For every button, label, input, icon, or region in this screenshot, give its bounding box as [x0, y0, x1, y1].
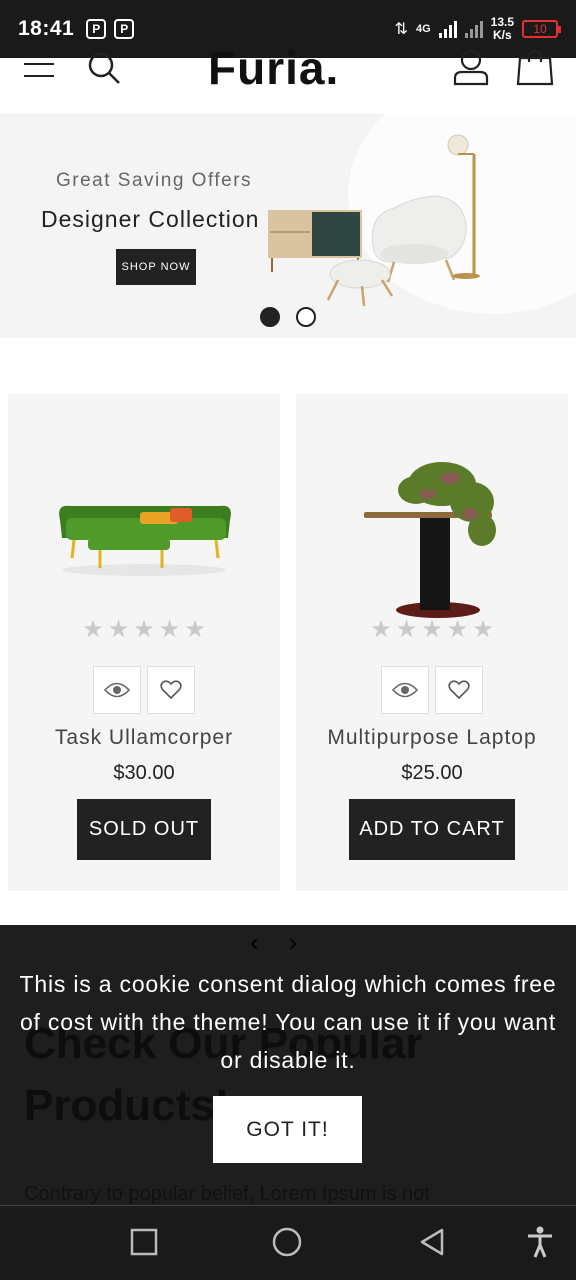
system-navigation-bar: [0, 1205, 576, 1280]
hero-banner: Great Saving Offers Designer Collection …: [0, 114, 576, 338]
furniture-image: [268, 134, 480, 307]
site-logo[interactable]: Furia.: [208, 45, 339, 91]
network-speed: 13.5 K/s: [491, 16, 514, 42]
app-notification-icon: P: [114, 19, 135, 39]
product-price: $25.00: [401, 762, 463, 784]
product-card[interactable]: ★ ★ ★ ★ ★ Task Ullamcorper $30.00 SOLD O…: [8, 394, 280, 891]
product-price: $30.00: [113, 762, 175, 784]
star-icon: ★: [133, 616, 155, 643]
home-icon[interactable]: [272, 1227, 302, 1257]
quick-view-button[interactable]: [93, 666, 141, 714]
carousel-dots: [260, 307, 316, 327]
cart-bag-icon[interactable]: [516, 50, 554, 86]
add-to-cart-button[interactable]: ADD TO CART: [349, 799, 515, 860]
accessibility-icon[interactable]: [526, 1226, 554, 1258]
product-name[interactable]: Task Ullamcorper: [8, 726, 280, 750]
cookie-consent-dialog: ‹ › Check Our Popular Products! Contrary…: [0, 925, 576, 1205]
product-card[interactable]: ★ ★ ★ ★ ★ Multipurpose Laptop $25.00 ADD…: [296, 394, 568, 891]
site-header: Furia.: [0, 45, 576, 114]
signal-icon-secondary: [464, 20, 483, 38]
rating-stars: ★ ★ ★ ★ ★: [296, 618, 568, 642]
wishlist-button[interactable]: [435, 666, 483, 714]
product-actions: [8, 666, 280, 714]
rating-stars: ★ ★ ★ ★ ★: [8, 618, 280, 642]
cookie-message: This is a cookie consent dialog which co…: [19, 971, 557, 1073]
product-image-side-table: [364, 462, 496, 618]
data-arrows-icon: ⇅: [394, 21, 408, 38]
star-icon: ★: [158, 616, 181, 643]
app-notification-icon: P: [86, 19, 107, 39]
product-image-sofa: [59, 505, 231, 576]
hero-title: Designer Collection: [41, 206, 260, 232]
carousel-dot-1[interactable]: [260, 307, 280, 327]
search-icon[interactable]: [86, 52, 122, 88]
back-icon[interactable]: [418, 1228, 446, 1256]
battery-level: 10: [533, 22, 547, 36]
star-icon: ★: [421, 616, 443, 643]
status-time: 18:41: [18, 17, 75, 40]
sold-out-button[interactable]: SOLD OUT: [77, 799, 211, 860]
network-type: 4G: [415, 23, 431, 35]
heart-icon: [448, 680, 470, 700]
menu-icon[interactable]: [24, 60, 54, 84]
prev-arrow-icon[interactable]: ‹: [250, 927, 259, 958]
status-right: ⇅ 4G 13.5 K/s 10: [394, 16, 561, 42]
carousel-dot-2[interactable]: [296, 307, 316, 327]
star-icon: ★: [107, 616, 130, 643]
product-actions: [296, 666, 568, 714]
signal-icon: [438, 20, 457, 38]
shop-now-button[interactable]: SHOP NOW: [116, 249, 196, 285]
screen: 18:41 P P ⇅ 4G 13.5 K/s 10 Furia. Great …: [0, 0, 576, 1280]
recent-apps-icon[interactable]: [130, 1228, 158, 1256]
star-icon: ★: [370, 616, 392, 643]
star-icon: ★: [472, 616, 494, 643]
eye-icon: [392, 682, 418, 698]
speed-unit: K/s: [492, 28, 512, 42]
user-icon[interactable]: [452, 50, 490, 86]
heart-icon: [160, 680, 182, 700]
quick-view-button[interactable]: [381, 666, 429, 714]
star-icon: ★: [395, 616, 418, 643]
battery-icon: 10: [522, 20, 561, 38]
got-it-button[interactable]: GOT IT!: [213, 1096, 362, 1163]
hero-subtitle: Great Saving Offers: [56, 170, 253, 191]
star-icon: ★: [82, 616, 104, 643]
eye-icon: [104, 682, 130, 698]
star-icon: ★: [446, 616, 469, 643]
wishlist-button[interactable]: [147, 666, 195, 714]
section-paragraph: Contrary to popular belief, Lorem Ipsum …: [24, 1183, 430, 1205]
next-arrow-icon[interactable]: ›: [289, 927, 298, 958]
product-name[interactable]: Multipurpose Laptop: [296, 726, 568, 750]
star-icon: ★: [184, 616, 206, 643]
slider-arrows: ‹ ›: [250, 927, 297, 958]
